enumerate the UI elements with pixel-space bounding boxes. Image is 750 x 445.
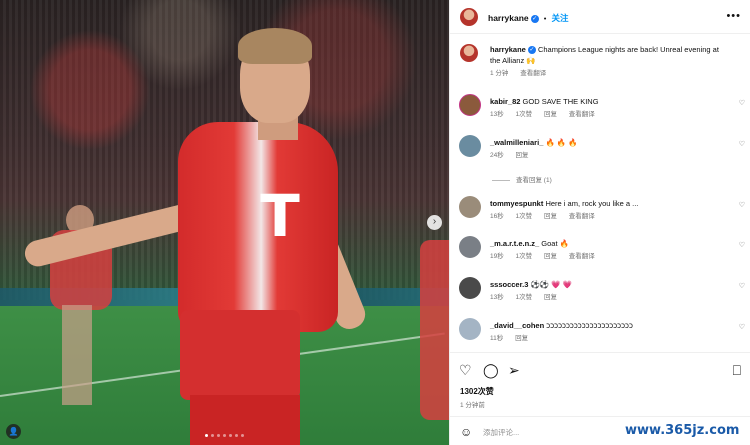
follow-button[interactable]: 关注 xyxy=(551,13,568,23)
caption-time: 1 分钟 xyxy=(490,70,509,77)
commenter-avatar[interactable] xyxy=(459,236,481,258)
comment-input[interactable]: 添加评论... xyxy=(483,427,519,438)
player-legs xyxy=(190,395,300,445)
reply-button[interactable]: 回复 xyxy=(544,111,557,118)
jersey-sponsor-logo: T xyxy=(260,182,300,250)
separator-dot: • xyxy=(543,14,547,23)
commenter-username[interactable]: sssoccer.3 xyxy=(490,280,528,289)
post-action-bar: ♡ ◯ ➢ ⎕ xyxy=(450,352,750,386)
comment-text: ⚽⚽ 💗 💗 xyxy=(530,280,572,289)
carousel-dot xyxy=(241,434,244,437)
carousel-dot xyxy=(229,434,232,437)
see-translation-link[interactable]: 查看翻译 xyxy=(520,70,546,77)
comment-like-heart-icon[interactable]: ♡ xyxy=(739,241,745,249)
player-hair xyxy=(238,28,312,64)
site-watermark: www.365jz.com xyxy=(625,423,740,438)
commenter-username[interactable]: kabir_82 xyxy=(490,97,520,106)
comment-icon[interactable]: ◯ xyxy=(483,362,499,379)
user-tag-icon[interactable]: 👤 xyxy=(6,424,21,439)
more-horizontal-icon[interactable]: ••• xyxy=(726,10,741,22)
carousel-indicator xyxy=(205,434,244,437)
comment-like-heart-icon[interactable]: ♡ xyxy=(739,99,745,107)
comment-likes[interactable]: 1次赞 xyxy=(516,213,533,220)
player-shorts xyxy=(180,310,300,400)
emoji-picker-icon[interactable]: ☺ xyxy=(460,425,472,439)
comment-text: Here i am, rock you like a ... xyxy=(545,199,639,208)
verified-badge-icon: ✓ xyxy=(527,46,536,55)
comment-time: 16秒 xyxy=(490,213,504,220)
comment-like-heart-icon[interactable]: ♡ xyxy=(739,201,745,209)
reply-button[interactable]: 回复 xyxy=(544,253,557,260)
carousel-dot xyxy=(217,434,220,437)
caption-author-avatar[interactable] xyxy=(460,44,478,62)
reply-button[interactable]: 回复 xyxy=(515,335,528,342)
comment-likes[interactable]: 1次赞 xyxy=(516,253,533,260)
post-time: 1 分钟前 xyxy=(460,402,485,409)
comment-time: 13秒 xyxy=(490,111,504,118)
carousel-next-icon[interactable]: › xyxy=(427,215,442,230)
carousel-dot xyxy=(205,434,208,437)
replies-divider xyxy=(492,179,510,181)
comment-like-heart-icon[interactable]: ♡ xyxy=(739,323,745,331)
comment-likes[interactable]: 1次赞 xyxy=(516,111,533,118)
commenter-username[interactable]: tommyespunkt xyxy=(490,199,543,208)
comment-like-heart-icon[interactable]: ♡ xyxy=(739,282,745,290)
send-icon[interactable]: ➢ xyxy=(508,362,520,379)
comment-time: 24秒 xyxy=(490,152,504,159)
commenter-avatar[interactable] xyxy=(459,135,481,157)
see-translation-link[interactable]: 查看翻译 xyxy=(569,253,595,260)
post-header: harrykane ✓ • 关注 ••• xyxy=(450,0,750,34)
comment-time: 13秒 xyxy=(490,294,504,301)
commenter-avatar[interactable] xyxy=(459,196,481,218)
comment-text: 🔥 🔥 🔥 xyxy=(545,138,578,147)
comment-text: Goat 🔥 xyxy=(541,239,569,248)
carousel-dot xyxy=(211,434,214,437)
heart-icon[interactable]: ♡ xyxy=(459,362,472,379)
see-translation-link[interactable]: 查看翻译 xyxy=(569,213,595,220)
caption-username[interactable]: harrykane xyxy=(490,45,526,54)
see-translation-link[interactable]: 查看翻译 xyxy=(569,111,595,118)
comment-likes[interactable]: 1次赞 xyxy=(516,294,533,301)
carousel-dot xyxy=(235,434,238,437)
commenter-avatar[interactable] xyxy=(459,277,481,299)
player-jersey xyxy=(178,122,338,332)
author-username[interactable]: harrykane xyxy=(488,13,529,23)
commenter-username[interactable]: _m.a.r.t.e.n.z_ xyxy=(490,239,539,248)
comment-like-heart-icon[interactable]: ♡ xyxy=(739,140,745,148)
bookmark-icon[interactable]: ⎕ xyxy=(733,362,741,379)
commenter-avatar[interactable] xyxy=(459,318,481,340)
carousel-dot xyxy=(223,434,226,437)
view-replies-label: 查看回复 (1) xyxy=(516,177,552,184)
verified-badge-icon: ✓ xyxy=(530,15,539,24)
comment-time: 19秒 xyxy=(490,253,504,260)
post-details-panel: harrykane ✓ • 关注 ••• harrykane ✓ Champions… xyxy=(449,0,750,445)
commenter-username[interactable]: _david__cohen xyxy=(490,321,544,330)
comment-text: ככככככככככככככככככככככ xyxy=(546,321,633,330)
celebrating-player: T xyxy=(0,0,449,445)
commenter-avatar[interactable] xyxy=(459,94,481,116)
author-avatar[interactable] xyxy=(460,8,478,26)
commenter-username[interactable]: _walmilleniari_ xyxy=(490,138,543,147)
reply-button[interactable]: 回复 xyxy=(544,294,557,301)
view-replies-link[interactable]: 查看回复 (1) xyxy=(492,174,552,184)
player-left-arm xyxy=(22,200,204,270)
post-image[interactable]: T › 👤 xyxy=(0,0,449,445)
likes-count[interactable]: 1302次赞 xyxy=(460,386,494,397)
comment-time: 11秒 xyxy=(490,335,504,342)
comment-text: GOD SAVE THE KING xyxy=(522,97,599,106)
reply-button[interactable]: 回复 xyxy=(544,213,557,220)
reply-button[interactable]: 回复 xyxy=(516,152,529,159)
